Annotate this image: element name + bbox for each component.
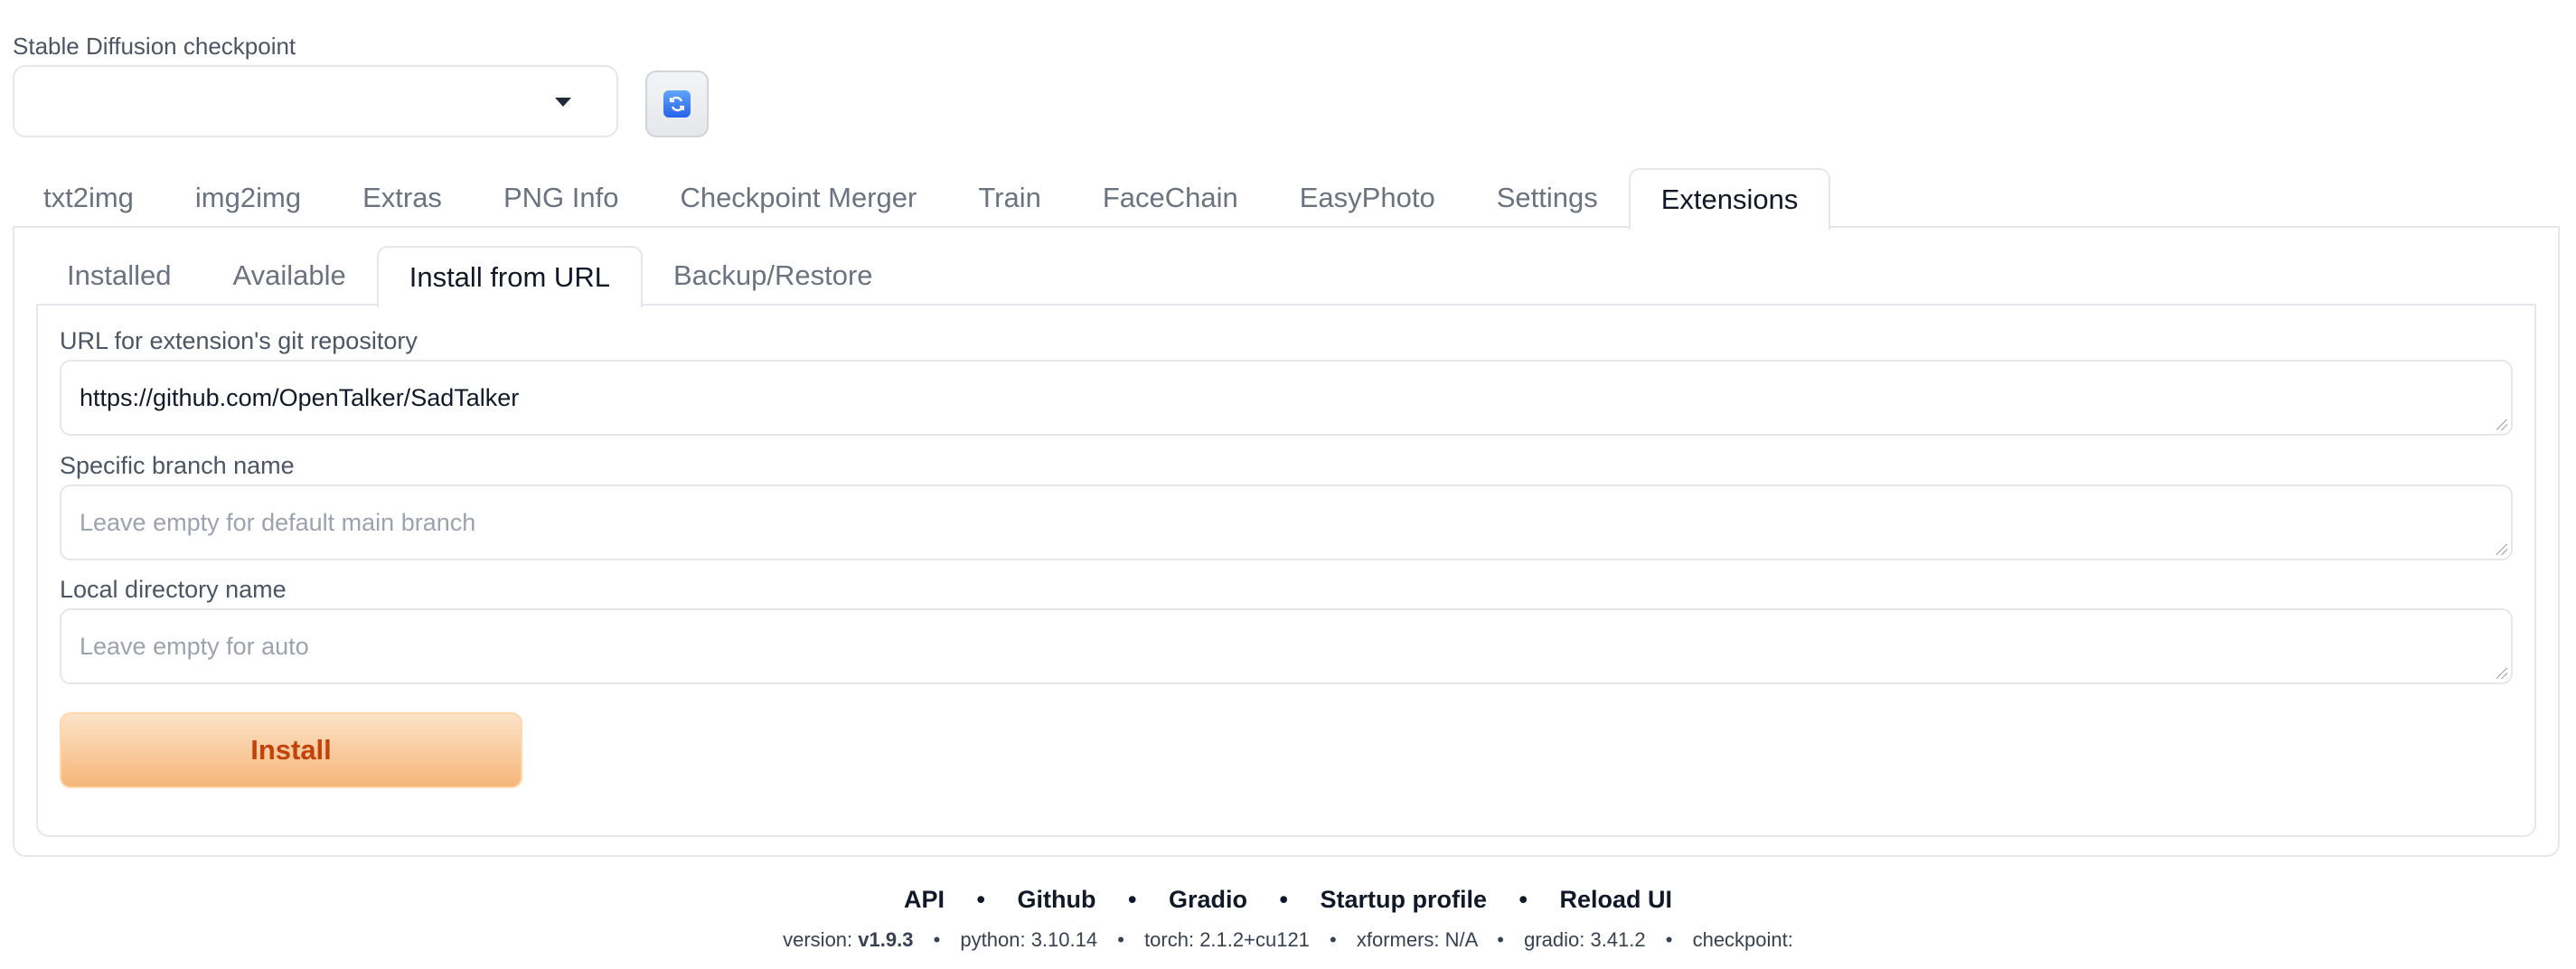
- separator-dot: •: [1665, 928, 1673, 951]
- checkpoint-label: Stable Diffusion checkpoint: [13, 33, 296, 60]
- resize-handle-icon[interactable]: [2496, 668, 2507, 679]
- refresh-icon: [663, 90, 691, 118]
- xformers-version: xformers: N/A: [1356, 928, 1478, 951]
- extensions-tab-bar: Installed Available Install from URL Bac…: [36, 246, 904, 307]
- separator-dot: •: [1330, 928, 1337, 951]
- directory-input[interactable]: Leave empty for auto: [60, 608, 2513, 684]
- separator-dot: •: [1518, 886, 1528, 913]
- tab-facechain[interactable]: FaceChain: [1072, 168, 1269, 228]
- footer-links: API • Github • Gradio • Startup profile …: [0, 886, 2576, 914]
- version-info: version: v1.9.3 • python: 3.10.14 • torc…: [0, 928, 2576, 952]
- separator-dot: •: [933, 928, 941, 951]
- tab-extensions[interactable]: Extensions: [1628, 168, 1831, 230]
- separator-dot: •: [1497, 928, 1504, 951]
- footer-link-gradio[interactable]: Gradio: [1169, 886, 1247, 913]
- tab-img2img[interactable]: img2img: [165, 168, 332, 228]
- tab-png-info[interactable]: PNG Info: [473, 168, 650, 228]
- footer-link-api[interactable]: API: [904, 886, 945, 913]
- separator-dot: •: [976, 886, 985, 913]
- separator-dot: •: [1279, 886, 1288, 913]
- refresh-checkpoints-button[interactable]: [645, 71, 709, 137]
- chevron-down-icon: [555, 98, 571, 107]
- version-label: version:: [783, 928, 853, 951]
- checkpoint-dropdown[interactable]: [13, 65, 618, 137]
- python-version: python: 3.10.14: [960, 928, 1098, 951]
- tab-install-from-url[interactable]: Install from URL: [376, 246, 643, 307]
- tab-extras[interactable]: Extras: [332, 168, 473, 228]
- checkpoint-info: checkpoint:: [1692, 928, 1793, 951]
- resize-handle-icon[interactable]: [2496, 419, 2507, 430]
- url-label: URL for extension's git repository: [60, 327, 418, 354]
- branch-label: Specific branch name: [60, 452, 295, 479]
- tab-txt2img[interactable]: txt2img: [13, 168, 165, 228]
- tab-train[interactable]: Train: [947, 168, 1071, 228]
- torch-version: torch: 2.1.2+cu121: [1144, 928, 1310, 951]
- tab-installed[interactable]: Installed: [36, 246, 202, 306]
- resize-handle-icon[interactable]: [2496, 544, 2507, 555]
- directory-placeholder: Leave empty for auto: [80, 633, 309, 660]
- version-value: v1.9.3: [858, 928, 914, 951]
- main-tab-bar: txt2img img2img Extras PNG Info Checkpoi…: [13, 168, 1831, 230]
- branch-placeholder: Leave empty for default main branch: [80, 509, 476, 536]
- separator-dot: •: [1128, 886, 1137, 913]
- footer-link-startup-profile[interactable]: Startup profile: [1320, 886, 1487, 913]
- install-button[interactable]: Install: [60, 712, 522, 788]
- tab-checkpoint-merger[interactable]: Checkpoint Merger: [649, 168, 947, 228]
- footer-link-github[interactable]: Github: [1018, 886, 1096, 913]
- url-input[interactable]: https://github.com/OpenTalker/SadTalker: [60, 360, 2513, 436]
- footer-link-reload-ui[interactable]: Reload UI: [1559, 886, 1672, 913]
- gradio-version: gradio: 3.41.2: [1524, 928, 1646, 951]
- url-value: https://github.com/OpenTalker/SadTalker: [80, 384, 520, 411]
- branch-input[interactable]: Leave empty for default main branch: [60, 484, 2513, 560]
- separator-dot: •: [1117, 928, 1124, 951]
- tab-settings[interactable]: Settings: [1466, 168, 1629, 228]
- tab-backup-restore[interactable]: Backup/Restore: [643, 246, 904, 306]
- directory-label: Local directory name: [60, 576, 287, 603]
- tab-available[interactable]: Available: [202, 246, 376, 306]
- tab-easyphoto[interactable]: EasyPhoto: [1269, 168, 1466, 228]
